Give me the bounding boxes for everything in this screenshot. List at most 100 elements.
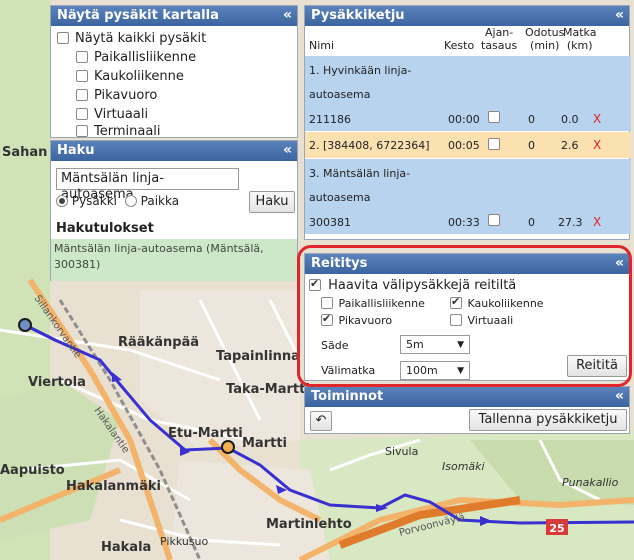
search-result-line: 300381) bbox=[54, 258, 101, 271]
stop-type-checkbox[interactable] bbox=[76, 51, 88, 63]
actions-title: Toiminnot bbox=[311, 389, 384, 404]
collapse-icon[interactable]: « bbox=[615, 7, 624, 23]
stop-chain-panel: Pysäkkiketju « Nimi Kesto Ajan- tasaus O… bbox=[304, 5, 631, 240]
search-type-options: Pysäkki Paikka bbox=[56, 194, 179, 208]
col-header-wait-line: Odotus bbox=[525, 26, 565, 39]
place-radio[interactable] bbox=[124, 195, 137, 207]
stops-layer-header: Näytä pysäkit kartalla « bbox=[51, 6, 297, 26]
stop-type-label: Kaukoliikenne bbox=[94, 69, 184, 84]
stop-type-checkbox[interactable] bbox=[76, 108, 88, 120]
routing-panel: Reititys « Haavita välipysäkkejä reitilt… bbox=[304, 253, 630, 381]
stop-type-checkbox[interactable] bbox=[76, 89, 88, 101]
timing-checkbox[interactable] bbox=[488, 214, 500, 226]
col-header-distance-line: (km) bbox=[566, 39, 593, 52]
stop-chain-row[interactable]: 1. Hyvinkään linja- autoasema 211186 00:… bbox=[305, 56, 631, 131]
reroute-button[interactable]: Reititä bbox=[567, 355, 627, 377]
stop-type-option[interactable]: Pikavuoro bbox=[76, 88, 157, 103]
collapse-icon[interactable]: « bbox=[615, 255, 624, 271]
search-title: Haku bbox=[57, 143, 95, 158]
stop-radio-label: Pysäkki bbox=[71, 194, 118, 208]
interval-select[interactable]: 100m ▼ bbox=[400, 361, 470, 380]
search-button[interactable]: Haku bbox=[249, 191, 295, 213]
stop-type-option[interactable]: Virtuaali bbox=[76, 107, 148, 122]
routing-type-checkbox[interactable] bbox=[450, 295, 462, 309]
routing-type-label: Pikavuoro bbox=[338, 314, 393, 327]
routing-title: Reititys bbox=[311, 256, 368, 271]
map-label: Martinlehto bbox=[266, 517, 352, 532]
search-result-item[interactable]: Mäntsälän linja-autoasema (Mäntsälä, 300… bbox=[51, 239, 297, 281]
stop-wait: 0 bbox=[528, 139, 535, 152]
stop-id: 300381 bbox=[309, 216, 351, 229]
stop-type-option[interactable]: Paikallisliikenne bbox=[76, 50, 196, 65]
routing-header: Reititys « bbox=[305, 254, 629, 274]
interval-select-value: 100m bbox=[406, 364, 438, 377]
map-label: Hakalanmäki bbox=[66, 479, 161, 494]
remove-stop-icon[interactable]: X bbox=[593, 215, 601, 229]
collapse-icon[interactable]: « bbox=[283, 142, 292, 158]
show-all-stops-checkbox[interactable] bbox=[57, 32, 69, 44]
routing-type-label: Paikallisliikenne bbox=[338, 297, 425, 310]
show-all-stops-option[interactable]: Näytä kaikki pysäkit bbox=[57, 31, 206, 46]
stop-type-option[interactable]: Terminaali bbox=[76, 124, 161, 139]
stop-chain-header: Pysäkkiketju « bbox=[305, 6, 629, 26]
interval-label: Välimatka bbox=[321, 364, 376, 377]
stop-distance: 27.3 bbox=[558, 216, 583, 229]
map-label: Tapainlinna bbox=[216, 349, 300, 364]
collapse-icon[interactable]: « bbox=[615, 388, 624, 404]
fetch-intermediate-option[interactable]: Haavita välipysäkkejä reitiltä bbox=[309, 277, 517, 293]
col-header-distance: Matka (km) bbox=[563, 26, 596, 52]
chevron-down-icon: ▼ bbox=[457, 366, 464, 376]
routing-type-checkbox[interactable] bbox=[321, 297, 333, 309]
stop-type-option[interactable]: Kaukoliikenne bbox=[76, 69, 184, 84]
stop-type-checkbox[interactable] bbox=[76, 70, 88, 82]
remove-stop-icon[interactable]: X bbox=[593, 112, 601, 126]
col-header-timing-line: Ajan- bbox=[484, 26, 514, 39]
stop-wait: 0 bbox=[528, 113, 535, 126]
stop-duration: 00:00 bbox=[448, 113, 480, 126]
search-result-line: Mäntsälän linja-autoasema (Mäntsälä, bbox=[54, 242, 264, 255]
routing-type-option[interactable]: Virtuaali bbox=[450, 314, 513, 327]
remove-stop-icon[interactable]: X bbox=[593, 138, 601, 152]
routing-type-option[interactable]: Kaukoliikenne bbox=[450, 295, 544, 310]
timing-checkbox[interactable] bbox=[488, 111, 500, 123]
stop-duration: 00:33 bbox=[448, 216, 480, 229]
stop-type-checkbox[interactable] bbox=[76, 125, 88, 137]
stop-chain-title: Pysäkkiketju bbox=[311, 8, 405, 23]
stop-duration: 00:05 bbox=[448, 139, 480, 152]
stop-chain-row[interactable]: 2. [384408, 6722364] 00:05 0 2.6 X bbox=[305, 132, 631, 158]
stop-distance: 0.0 bbox=[561, 113, 579, 126]
map-label: Etu-Martti bbox=[168, 426, 243, 441]
stop-name-line: autoasema bbox=[309, 191, 371, 204]
road-number-label: 25 bbox=[549, 522, 564, 535]
routing-type-label: Kaukoliikenne bbox=[467, 297, 544, 310]
collapse-icon[interactable]: « bbox=[283, 7, 292, 23]
map-stop-marker[interactable] bbox=[18, 318, 32, 332]
routing-type-option[interactable]: Pikavuoro bbox=[321, 312, 393, 327]
map-stop-marker[interactable] bbox=[221, 440, 235, 454]
search-panel: Haku « Mäntsälän linja-autoasema Pysäkki… bbox=[50, 140, 298, 281]
map-label: Martti bbox=[242, 436, 287, 451]
timing-checkbox[interactable] bbox=[488, 138, 500, 150]
actions-header: Toiminnot « bbox=[305, 387, 629, 407]
undo-button[interactable]: ↶ bbox=[310, 411, 332, 431]
stop-id: 211186 bbox=[309, 113, 351, 126]
map-label: Sivula bbox=[385, 445, 418, 458]
fetch-intermediate-checkbox[interactable] bbox=[309, 277, 321, 291]
undo-icon: ↶ bbox=[315, 413, 327, 428]
radius-select[interactable]: 5m ▼ bbox=[400, 335, 470, 354]
search-input[interactable]: Mäntsälän linja-autoasema bbox=[56, 168, 239, 202]
routing-type-checkbox[interactable] bbox=[321, 312, 333, 326]
col-header-duration: Kesto bbox=[444, 39, 475, 52]
stop-chain-row[interactable]: 3. Mäntsälän linja- autoasema 300381 00:… bbox=[305, 159, 631, 234]
stops-layer-panel: Näytä pysäkit kartalla « Näytä kaikki py… bbox=[50, 5, 298, 139]
stop-radio[interactable] bbox=[56, 195, 68, 207]
fetch-intermediate-label: Haavita välipysäkkejä reitiltä bbox=[328, 278, 517, 293]
stop-type-label: Pikavuoro bbox=[94, 88, 158, 103]
routing-type-option[interactable]: Paikallisliikenne bbox=[321, 297, 425, 310]
routing-type-checkbox[interactable] bbox=[450, 314, 462, 326]
stop-type-label: Paikallisliikenne bbox=[94, 50, 197, 65]
place-radio-label: Paikka bbox=[140, 194, 180, 208]
map-label: Hakala bbox=[101, 540, 151, 555]
search-header: Haku « bbox=[51, 141, 297, 161]
save-stop-chain-button[interactable]: Tallenna pysäkkiketju bbox=[469, 409, 627, 431]
